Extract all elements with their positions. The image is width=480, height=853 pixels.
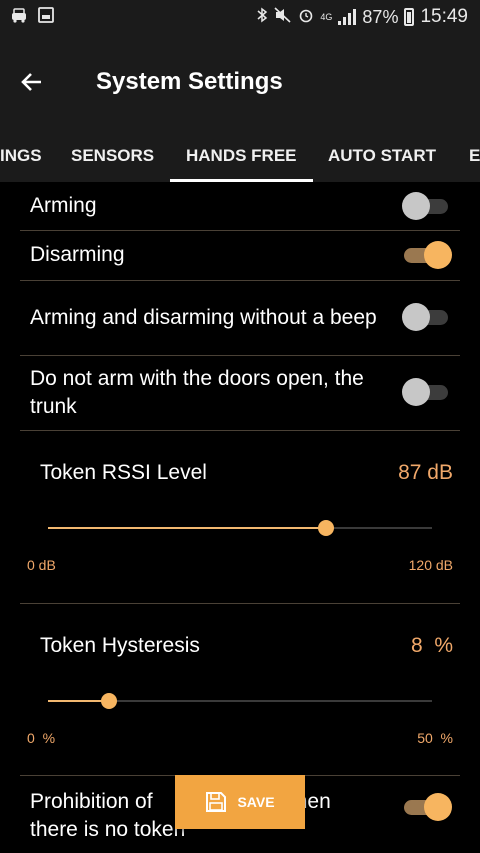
- arrow-back-icon: [21, 73, 41, 91]
- no-token-toggle[interactable]: [404, 792, 452, 822]
- battery-percent: 87%: [362, 6, 399, 27]
- slider-thumb[interactable]: [318, 520, 335, 536]
- network-type: 4G: [320, 11, 333, 22]
- setting-label: Do not arm with the doors open, the trun…: [30, 366, 364, 418]
- save-label: SAVE: [237, 794, 275, 810]
- setting-label: Arming and disarming without a beep: [30, 305, 377, 329]
- battery-icon: [404, 8, 415, 26]
- tab-bar: INGS SENSORS HANDS FREE AUTO START E: [0, 130, 480, 182]
- slider-fill: [48, 527, 327, 529]
- slider-value: 8 %: [410, 634, 453, 657]
- tab-settings[interactable]: INGS: [0, 130, 42, 182]
- rssi-slider[interactable]: [48, 520, 432, 536]
- save-button[interactable]: SAVE: [175, 775, 305, 829]
- slider-thumb[interactable]: [101, 693, 118, 709]
- tab-hands-free[interactable]: HANDS FREE: [170, 130, 312, 182]
- slider-min-label: 0 dB: [27, 557, 56, 573]
- slider-max-label: 50 %: [417, 730, 453, 746]
- tab-sensors[interactable]: SENSORS: [71, 130, 154, 182]
- slider-min-label: 0 %: [27, 730, 56, 746]
- tab-auto-start[interactable]: AUTO START: [328, 130, 436, 182]
- setting-row-silent[interactable]: Arming and disarming without a beep: [0, 281, 480, 354]
- arming-toggle[interactable]: [402, 191, 450, 221]
- back-button[interactable]: [0, 54, 64, 110]
- tab-next[interactable]: E: [469, 130, 480, 182]
- hysteresis-slider-block: Token Hysteresis 8 % 0 % 50 %: [0, 604, 480, 774]
- setting-label-part1: Prohibition of: [30, 790, 153, 813]
- page-title: System Settings: [96, 68, 283, 95]
- setting-label: Disarming: [30, 243, 125, 266]
- bluetooth-icon: [256, 7, 268, 27]
- car-notification-icon: [10, 6, 28, 28]
- alarm-icon: [298, 7, 314, 27]
- setting-row-doors-open[interactable]: Do not arm with the doors open, the trun…: [0, 356, 480, 429]
- disarming-toggle[interactable]: [404, 240, 452, 270]
- status-bar: 4G 87% 15:49: [0, 0, 480, 34]
- setting-label: Arming: [30, 194, 97, 217]
- signal-icon: [338, 9, 357, 25]
- slider-label: Token Hysteresis: [40, 634, 200, 657]
- slider-fill: [48, 700, 110, 702]
- doors-open-toggle[interactable]: [402, 377, 450, 407]
- app-bar: System Settings: [0, 34, 480, 130]
- silent-toggle[interactable]: [402, 302, 450, 332]
- slider-max-label: 120 dB: [408, 557, 453, 573]
- slider-value: 87 dB: [398, 461, 453, 484]
- rssi-slider-block: Token RSSI Level 87 dB 0 dB 120 dB: [0, 431, 480, 603]
- setting-row-disarming[interactable]: Disarming: [0, 231, 480, 279]
- settings-list: Arming Disarming Arming and disarming wi…: [0, 182, 480, 853]
- setting-row-arming[interactable]: Arming: [0, 182, 480, 230]
- gallery-notification-icon: [38, 7, 54, 27]
- slider-label: Token RSSI Level: [40, 461, 207, 484]
- clock: 15:49: [420, 6, 468, 27]
- mute-icon: [274, 7, 292, 27]
- floppy-disk-icon: [206, 792, 227, 812]
- hysteresis-slider[interactable]: [48, 693, 432, 709]
